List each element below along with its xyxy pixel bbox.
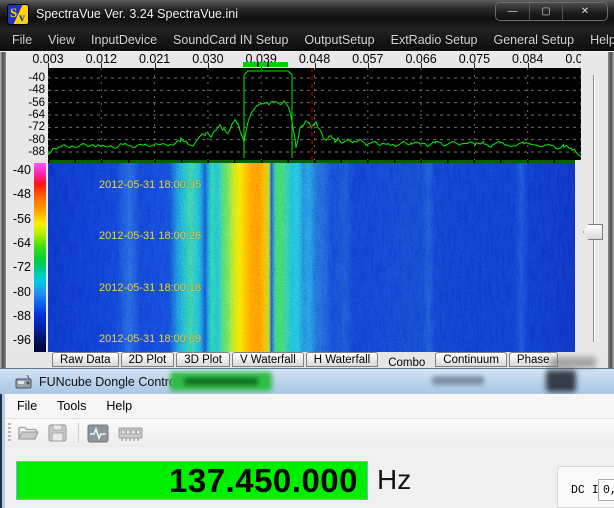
window-controls: — ▢ ✕: [495, 2, 608, 21]
spectravue-window-title: SpectraVue Ver. 3.24 SpectraVue.ini: [36, 7, 238, 21]
waveform-icon[interactable]: [87, 424, 109, 443]
waterfall-color-scale: [34, 163, 46, 352]
menu-item-view[interactable]: View: [48, 33, 75, 47]
tab-raw-data[interactable]: Raw Data: [52, 352, 119, 367]
blurred-button-text: [184, 378, 258, 385]
waterfall-db-label: -80: [0, 285, 31, 299]
icon-letter-v: v: [19, 10, 25, 25]
funcube-toolbar: [5, 419, 614, 447]
blurred-background-button: [170, 372, 272, 391]
close-button[interactable]: ✕: [562, 3, 607, 20]
waterfall-db-label: -96: [0, 333, 31, 347]
gain-slider-track[interactable]: [593, 75, 595, 342]
spectrum-db-label: -56: [0, 97, 45, 109]
waterfall-noise-texture: [48, 163, 575, 352]
menu-item-inputdevice[interactable]: InputDevice: [91, 33, 157, 47]
dc-i-input[interactable]: 0,: [598, 479, 614, 501]
spectrum-db-label: -40: [0, 72, 45, 84]
funcube-menubar: File Tools Help: [5, 394, 614, 419]
spectrum-db-label: -88: [0, 146, 45, 158]
dc-i-label: DC I: [571, 484, 599, 497]
passband-notch: [257, 62, 259, 67]
waterfall-db-label: -40: [0, 163, 31, 177]
waterfall-timestamp: 2012-05-31 18:00:26: [99, 230, 201, 242]
tab-h-waterfall[interactable]: H Waterfall: [306, 352, 378, 367]
waterfall-db-label: -56: [0, 212, 31, 226]
funcube-menu-item-tools[interactable]: Tools: [57, 399, 86, 413]
tab-combo[interactable]: Combo: [380, 355, 433, 368]
frequency-display[interactable]: 137.450.000: [16, 461, 368, 500]
toolbar-gripper[interactable]: [8, 423, 11, 443]
menu-item-file[interactable]: File: [12, 33, 32, 47]
waterfall-db-label: -88: [0, 309, 31, 323]
spectrum-db-label: -72: [0, 121, 45, 133]
funcube-menu-item-help[interactable]: Help: [106, 399, 132, 413]
waterfall-db-label: -64: [0, 236, 31, 250]
spectrum-db-label: -64: [0, 109, 45, 121]
minimize-button[interactable]: —: [496, 3, 529, 20]
save-icon[interactable]: [48, 424, 67, 442]
window-frame-right: [608, 52, 614, 368]
waterfall-timestamp: 2012-05-31 18:00:35: [99, 179, 201, 191]
funcube-body: 137.450.000 Hz DC I 0,: [5, 447, 614, 508]
funcube-window: FUNcube Dongle Controller File Tools Help: [0, 368, 614, 508]
chip-icon[interactable]: [118, 424, 143, 442]
blurred-background-text: [550, 357, 596, 368]
spectravue-app-icon: S v: [8, 5, 28, 24]
menu-item-soundcard-in-setup[interactable]: SoundCard IN Setup: [173, 33, 288, 47]
passband-notch: [267, 62, 269, 67]
funcube-menu-item-file[interactable]: File: [17, 399, 37, 413]
toolbar-separator: [78, 423, 79, 443]
menu-item-extradio-setup[interactable]: ExtRadio Setup: [391, 33, 478, 47]
frequency-unit: Hz: [377, 464, 411, 496]
maximize-button[interactable]: ▢: [529, 3, 562, 20]
blurred-background-checkbox: [432, 376, 484, 385]
waterfall-timestamp: 2012-05-31 18:00:18: [99, 282, 201, 294]
waterfall-db-label: -48: [0, 187, 31, 201]
frequency-axis: 0.0030.0120.0210.0300.0390.0480.0570.066…: [0, 52, 614, 68]
menu-item-general-setup[interactable]: General Setup: [493, 33, 574, 47]
spectravue-menubar: File View InputDevice SoundCard IN Setup Out…: [0, 28, 614, 51]
tab-3d-plot[interactable]: 3D Plot: [176, 352, 230, 367]
menu-item-help[interactable]: Help: [590, 33, 614, 47]
spectrum-trace-svg: [48, 68, 581, 160]
frequency-value: 137.450.000: [169, 462, 358, 500]
dc-correction-group: DC I 0,: [557, 466, 614, 508]
icon-letter-s: S: [10, 5, 17, 21]
spectrum-trace: [48, 101, 581, 157]
screen: S v SpectraVue Ver. 3.24 SpectraVue.ini …: [0, 0, 614, 508]
passband-indicator-bar: [243, 62, 288, 67]
spectrum-db-label: -80: [0, 134, 45, 146]
spectrum-plot[interactable]: [48, 68, 581, 160]
spectrum-db-label: -48: [0, 84, 45, 96]
funcube-titlebar[interactable]: FUNcube Dongle Controller: [0, 368, 614, 394]
tab-v-waterfall[interactable]: V Waterfall: [232, 352, 304, 367]
waterfall-display[interactable]: 2012-05-31 18:00:35 2012-05-31 18:00:26 20…: [48, 163, 575, 352]
waterfall-timestamp: 2012-05-31 18:00:09: [99, 333, 201, 345]
radio-device-icon: [15, 374, 32, 389]
open-folder-icon[interactable]: [17, 424, 39, 442]
spectravue-titlebar[interactable]: S v SpectraVue Ver. 3.24 SpectraVue.ini …: [0, 0, 614, 28]
tab-2d-plot[interactable]: 2D Plot: [121, 352, 175, 367]
tab-continuum[interactable]: Continuum: [435, 352, 507, 367]
blurred-background-icon: [546, 370, 576, 392]
waterfall-db-label: -72: [0, 260, 31, 274]
view-tabbar: Raw Data2D Plot3D PlotV WaterfallH Water…: [6, 352, 608, 368]
menu-item-outputsetup[interactable]: OutputSetup: [304, 33, 374, 47]
